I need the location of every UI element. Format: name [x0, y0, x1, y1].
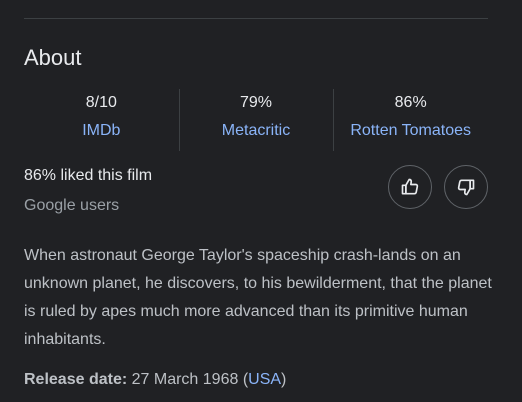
- liked-percentage: 86% liked this film: [24, 167, 153, 184]
- thumbs-up-button[interactable]: [388, 165, 432, 209]
- rating-imdb: 8/10 IMDb: [24, 89, 179, 151]
- ratings-row: 8/10 IMDb 79% Metacritic 86% Rotten Toma…: [24, 89, 488, 151]
- section-title: About: [24, 45, 82, 70]
- release-close-paren: ): [281, 371, 287, 388]
- rating-source-link-metacritic[interactable]: Metacritic: [179, 120, 334, 142]
- rating-rotten-tomatoes: 86% Rotten Tomatoes: [333, 89, 488, 151]
- thumbs-down-icon: [456, 177, 476, 197]
- release-date-row: Release date: 27 March 1968 (USA): [24, 369, 286, 391]
- top-divider: [24, 18, 488, 19]
- release-country-link[interactable]: USA: [248, 371, 281, 388]
- rating-metacritic: 79% Metacritic: [178, 89, 334, 151]
- thumbs-up-icon: [400, 177, 420, 197]
- rating-score: 8/10: [85, 94, 117, 111]
- release-date-value: 27 March 1968: [131, 371, 239, 388]
- rating-source-link-imdb[interactable]: IMDb: [24, 120, 179, 142]
- liked-source: Google users: [24, 197, 120, 214]
- movie-description: When astronaut George Taylor's spaceship…: [24, 247, 492, 348]
- thumbs-down-button[interactable]: [444, 165, 488, 209]
- rating-source-link-rotten-tomatoes[interactable]: Rotten Tomatoes: [333, 120, 488, 142]
- release-date-label: Release date:: [24, 371, 128, 388]
- rating-score: 79%: [239, 94, 273, 111]
- rating-score: 86%: [394, 94, 427, 111]
